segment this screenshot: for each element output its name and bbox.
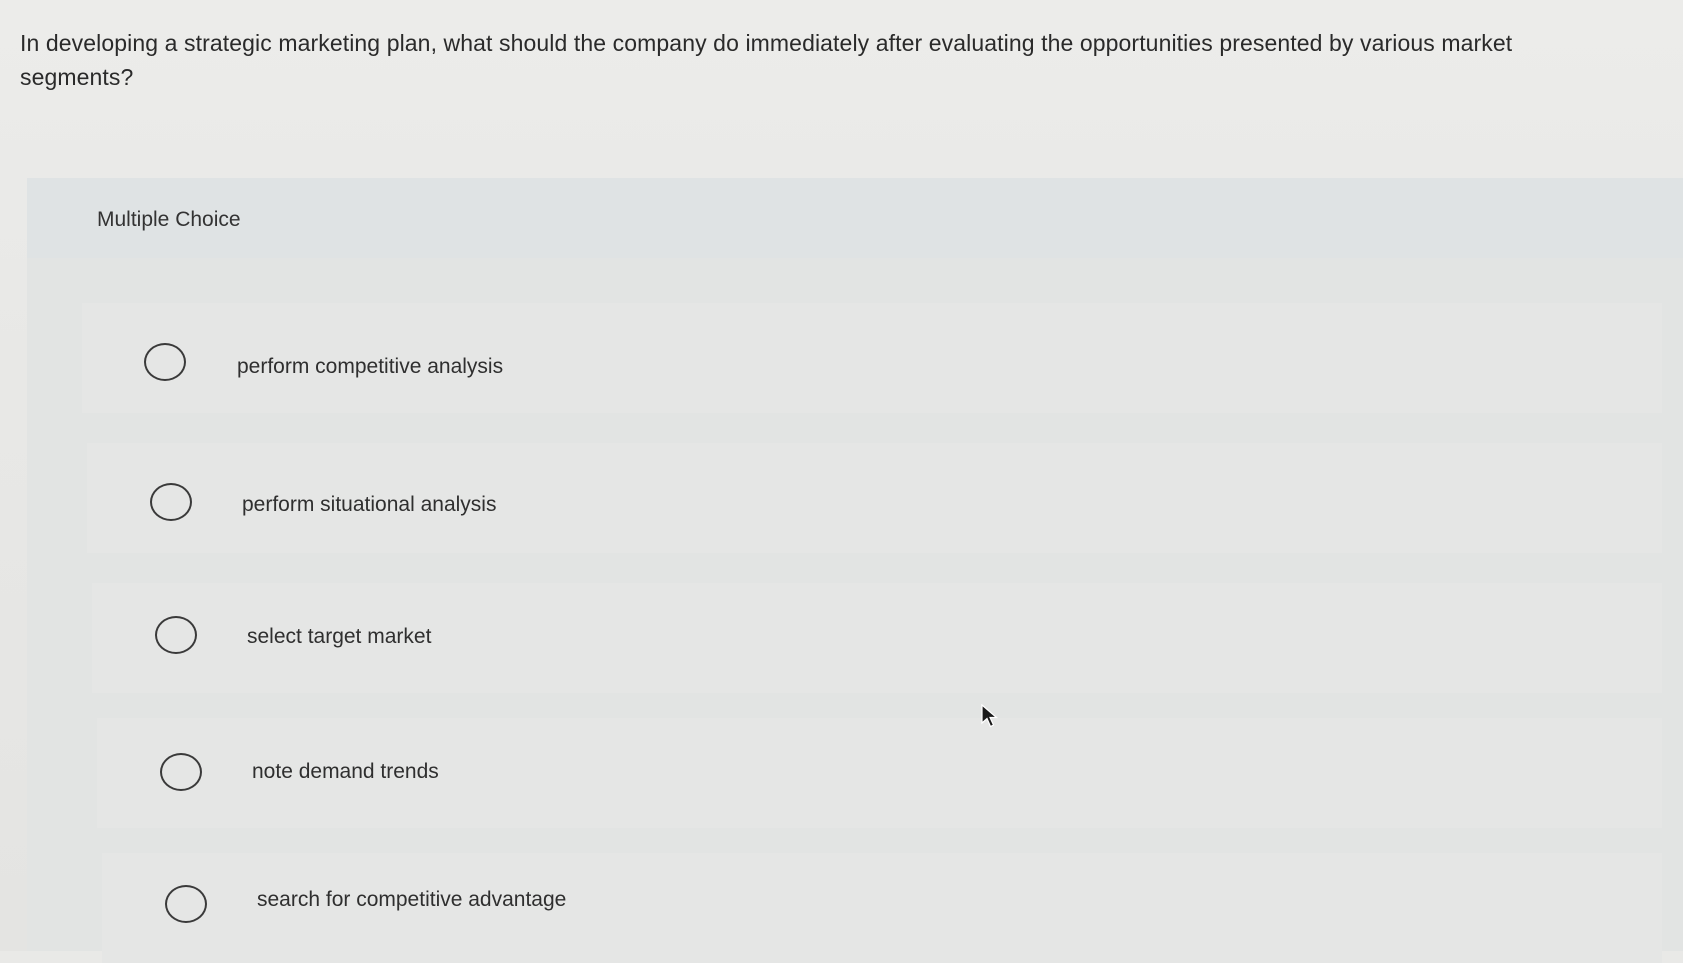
choice-label: perform situational analysis (242, 493, 497, 516)
choice-option[interactable]: perform situational analysis (87, 443, 1662, 553)
radio-button[interactable] (144, 343, 186, 381)
choice-label: note demand trends (252, 760, 439, 783)
choice-option[interactable]: search for competitive advantage (102, 853, 1662, 963)
quiz-page: In developing a strategic marketing plan… (0, 0, 1683, 963)
choice-label: search for competitive advantage (257, 888, 567, 911)
radio-button[interactable] (160, 753, 202, 791)
choice-header: Multiple Choice (27, 178, 1683, 258)
radio-button[interactable] (150, 483, 192, 521)
choice-option[interactable]: perform competitive analysis (82, 303, 1662, 413)
choice-label: perform competitive analysis (237, 355, 504, 378)
radio-button[interactable] (155, 616, 197, 654)
choice-option[interactable]: select target market (92, 583, 1662, 693)
multiple-choice-panel: Multiple Choice perform competitive anal… (27, 178, 1683, 963)
choice-option[interactable]: note demand trends (97, 718, 1662, 828)
question-text: In developing a strategic marketing plan… (20, 30, 1513, 90)
radio-button[interactable] (165, 885, 207, 923)
multiple-choice-heading: Multiple Choice (97, 208, 241, 231)
mouse-pointer-icon (981, 704, 999, 728)
choice-label: select target market (247, 625, 432, 648)
